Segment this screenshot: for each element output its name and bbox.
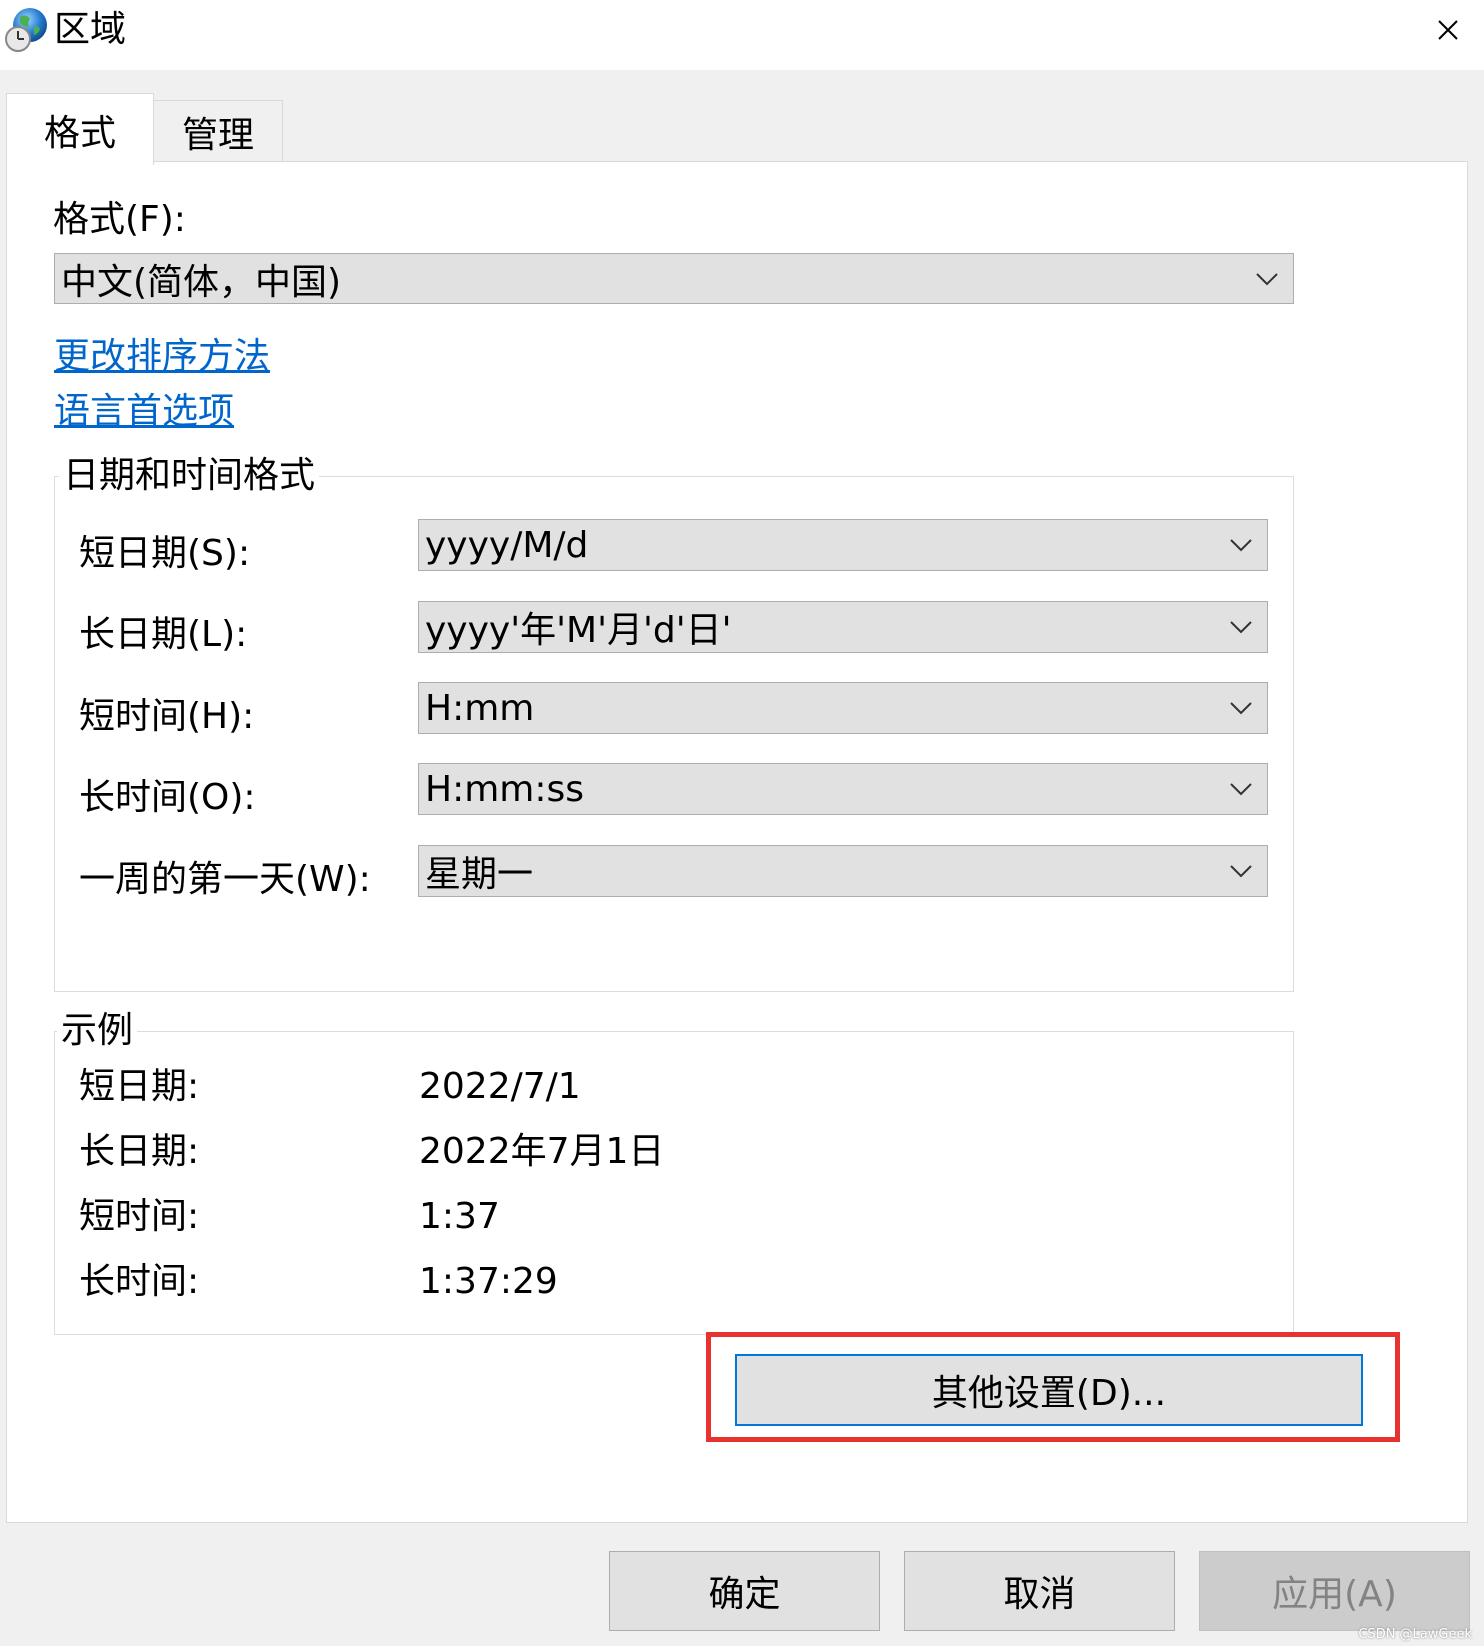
example-long-time-label: 长时间: — [79, 1261, 200, 1302]
long-time-value: H:mm:ss — [425, 768, 584, 810]
short-time-value: H:mm — [425, 687, 535, 729]
long-time-dropdown[interactable]: H:mm:ss — [418, 763, 1268, 815]
tab-administrative[interactable]: 管理 — [153, 100, 283, 162]
example-short-date-value: 2022/7/1 — [419, 1066, 581, 1107]
short-date-value: yyyy/M/d — [425, 524, 589, 566]
watermark: CSDN @LawGeek — [1358, 1627, 1472, 1642]
close-button[interactable] — [1412, 0, 1484, 60]
apply-button[interactable]: 应用(A) — [1199, 1551, 1470, 1631]
language-preferences-link[interactable]: 语言首选项 — [54, 390, 234, 434]
example-short-time-value: 1:37 — [419, 1196, 500, 1237]
datetime-group-title: 日期和时间格式 — [59, 454, 320, 498]
example-short-date-label: 短日期: — [79, 1066, 200, 1107]
chevron-down-icon — [1230, 621, 1252, 634]
chevron-down-icon — [1230, 539, 1252, 552]
short-time-dropdown[interactable]: H:mm — [418, 682, 1268, 734]
format-dropdown-value: 中文(简体，中国) — [61, 261, 342, 303]
example-long-time-value: 1:37:29 — [419, 1261, 558, 1302]
window-title: 区域 — [54, 9, 127, 50]
change-sort-link[interactable]: 更改排序方法 — [54, 335, 270, 379]
long-date-label: 长日期(L): — [79, 614, 248, 655]
tab-format[interactable]: 格式 — [6, 93, 154, 165]
short-date-label: 短日期(S): — [79, 533, 251, 574]
ok-button[interactable]: 确定 — [609, 1551, 880, 1631]
first-day-of-week-label: 一周的第一天(W): — [79, 859, 371, 900]
long-time-label: 长时间(O): — [79, 777, 256, 818]
globe-clock-icon — [5, 8, 47, 52]
chevron-down-icon — [1256, 272, 1278, 285]
short-time-label: 短时间(H): — [79, 696, 255, 737]
first-day-of-week-value: 星期一 — [425, 854, 534, 895]
tab-panel: 格式(F): 中文(简体，中国) 更改排序方法 语言首选项 日期和时间格式 短日… — [6, 161, 1468, 1523]
additional-settings-button[interactable]: 其他设置(D)... — [735, 1354, 1363, 1426]
format-dropdown[interactable]: 中文(简体，中国) — [54, 253, 1294, 304]
cancel-button[interactable]: 取消 — [904, 1551, 1175, 1631]
chevron-down-icon — [1230, 702, 1252, 715]
close-icon — [1438, 20, 1458, 40]
first-day-of-week-dropdown[interactable]: 星期一 — [418, 845, 1268, 897]
chevron-down-icon — [1230, 865, 1252, 878]
long-date-dropdown[interactable]: yyyy'年'M'月'd'日' — [418, 601, 1268, 653]
long-date-value: yyyy'年'M'月'd'日' — [425, 610, 732, 651]
format-label: 格式(F): — [53, 199, 186, 240]
chevron-down-icon — [1230, 783, 1252, 796]
short-date-dropdown[interactable]: yyyy/M/d — [418, 519, 1268, 571]
example-long-date-value: 2022年7月1日 — [419, 1131, 665, 1172]
example-short-time-label: 短时间: — [79, 1196, 200, 1237]
examples-group — [54, 1031, 1294, 1335]
examples-group-title: 示例 — [57, 1009, 138, 1053]
example-long-date-label: 长日期: — [79, 1131, 200, 1172]
title-bar: 区域 — [0, 0, 1484, 70]
